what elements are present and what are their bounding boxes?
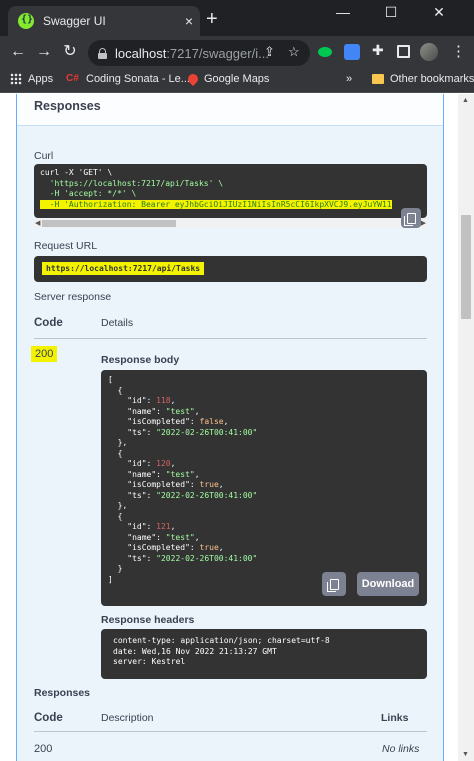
response-headers-block[interactable]: content-type: application/json; charset=… bbox=[101, 629, 427, 679]
json-line: "id": 120, bbox=[108, 459, 176, 468]
json-line: "ts": "2022-02-26T00:41:00" bbox=[108, 553, 258, 563]
scroll-up-icon[interactable]: ▲ bbox=[462, 97, 469, 104]
curl-line: -H 'Authorization: Bearer eyJhbGciOiJIUz… bbox=[40, 199, 392, 209]
request-url-value: https://localhost:7217/api/Tasks bbox=[42, 262, 205, 275]
response-header-line: date: Wed,16 Nov 2022 21:13:27 GMT bbox=[113, 646, 277, 656]
operation-panel: Responses Curl curl -X 'GET' \ 'https://… bbox=[16, 94, 444, 761]
folder-icon bbox=[372, 74, 384, 84]
response-body-block[interactable]: [ { "id": 118, "name": "test", "isComple… bbox=[101, 370, 427, 606]
json-line: "name": "test", bbox=[108, 406, 200, 416]
server-response-label: Server response bbox=[34, 291, 112, 303]
responses-code-header: Code bbox=[34, 712, 63, 724]
json-line: "ts": "2022-02-26T00:41:00" bbox=[108, 427, 258, 437]
json-line: "name": "test", bbox=[108, 532, 200, 542]
coding-sonata-favicon-icon: C# bbox=[66, 73, 79, 84]
page-scrollbar-thumb[interactable] bbox=[461, 215, 471, 319]
download-button[interactable]: Download bbox=[357, 572, 419, 596]
page-vertical-scrollbar[interactable]: ▲ ▼ bbox=[458, 94, 474, 761]
responses-divider bbox=[34, 731, 427, 732]
bookmark-google-maps[interactable]: Google Maps bbox=[185, 71, 269, 87]
curl-line: 'https://localhost:7217/api/Tasks' \ bbox=[40, 178, 224, 188]
copy-response-button[interactable] bbox=[322, 572, 346, 596]
json-line: "isCompleted": true, bbox=[108, 543, 224, 552]
header-divider bbox=[34, 338, 427, 339]
url-host: localhost bbox=[115, 45, 167, 61]
extension-blue-icon[interactable] bbox=[344, 44, 360, 60]
bookmark-apps[interactable]: Apps bbox=[10, 73, 53, 85]
close-tab-icon[interactable]: × bbox=[178, 13, 200, 29]
curl-line: -H 'accept: */*' \ bbox=[40, 189, 137, 198]
response-code: 200 bbox=[34, 743, 53, 755]
extensions-puzzle-icon[interactable]: ✚ bbox=[372, 42, 384, 59]
bookmarks-bar: Apps C# Coding Sonata - Le... Google Map… bbox=[0, 69, 474, 93]
bookmark-star-icon[interactable]: ☆ bbox=[288, 44, 300, 60]
maximize-button[interactable]: ☐ bbox=[376, 4, 406, 21]
new-tab-button[interactable]: + bbox=[206, 9, 218, 29]
copy-curl-button[interactable] bbox=[401, 208, 421, 228]
back-arrow-icon[interactable]: ← bbox=[8, 42, 28, 62]
google-maps-pin-icon bbox=[185, 71, 201, 87]
responses-header: Responses bbox=[17, 94, 443, 126]
extension-green-icon[interactable] bbox=[318, 47, 332, 57]
curl-horizontal-scrollbar[interactable]: ◀ ▶ bbox=[34, 219, 427, 228]
code-column-header: Code bbox=[34, 317, 63, 329]
response-body-json: [ { "id": 118, "name": "test", "isComple… bbox=[108, 375, 420, 585]
curl-label: Curl bbox=[34, 150, 54, 162]
profile-avatar[interactable] bbox=[420, 43, 438, 61]
json-line: }, bbox=[108, 438, 128, 447]
share-icon[interactable]: ⇪ bbox=[264, 44, 275, 60]
json-line: "ts": "2022-02-26T00:41:00" bbox=[108, 490, 258, 500]
json-line: [ bbox=[108, 375, 113, 384]
json-line: "id": 118, bbox=[108, 396, 176, 405]
response-header-line: server: Kestrel bbox=[113, 657, 186, 666]
reload-icon[interactable]: ↻ bbox=[60, 42, 80, 62]
close-window-button[interactable]: ✕ bbox=[424, 4, 454, 21]
scroll-left-icon[interactable]: ◀ bbox=[35, 219, 40, 228]
browser-tab[interactable]: Swagger UI × bbox=[8, 6, 200, 36]
json-line: "id": 121, bbox=[108, 522, 176, 531]
responses-label: Responses bbox=[34, 687, 91, 699]
json-line: }, bbox=[108, 501, 128, 510]
json-line: "isCompleted": true, bbox=[108, 480, 224, 489]
json-line: { bbox=[108, 448, 123, 458]
lock-icon bbox=[98, 47, 107, 59]
curl-code-block[interactable]: curl -X 'GET' \ 'https://localhost:7217/… bbox=[34, 164, 427, 218]
other-bookmarks-folder[interactable]: Other bookmarks bbox=[372, 73, 474, 85]
response-headers-label: Response headers bbox=[101, 614, 195, 626]
json-line: "isCompleted": false, bbox=[108, 417, 229, 426]
bookmarks-overflow-button[interactable]: » bbox=[346, 73, 352, 85]
request-url-label: Request URL bbox=[34, 240, 98, 252]
browser-tab-bar: Swagger UI × + — ☐ ✕ bbox=[0, 0, 474, 36]
swagger-favicon-icon bbox=[18, 13, 34, 29]
url-path: :7217/swagger/i... bbox=[166, 45, 269, 61]
browser-toolbar: ← → ↻ localhost:7217/swagger/i... ⇪ ☆ ✚ … bbox=[0, 36, 474, 69]
forward-arrow-icon[interactable]: → bbox=[34, 42, 54, 62]
no-links-text: No links bbox=[382, 743, 420, 755]
copy-icon bbox=[326, 578, 339, 592]
tab-title: Swagger UI bbox=[43, 14, 106, 28]
menu-kebab-icon[interactable]: ⋮ bbox=[451, 42, 466, 60]
curl-scrollbar-thumb[interactable] bbox=[42, 220, 176, 227]
curl-line: curl -X 'GET' \ bbox=[40, 168, 113, 177]
details-column-header: Details bbox=[101, 317, 134, 329]
json-line: { bbox=[108, 511, 123, 521]
apps-grid-icon bbox=[10, 73, 22, 85]
description-column-header: Description bbox=[101, 712, 154, 724]
response-body-label: Response body bbox=[101, 354, 180, 366]
side-panel-icon[interactable] bbox=[397, 45, 410, 58]
swagger-page: Responses Curl curl -X 'GET' \ 'https://… bbox=[0, 94, 458, 761]
address-bar[interactable]: localhost:7217/swagger/i... bbox=[88, 40, 310, 66]
scroll-right-icon[interactable]: ▶ bbox=[421, 219, 426, 228]
json-line: "name": "test", bbox=[108, 469, 200, 479]
minimize-button[interactable]: — bbox=[328, 4, 358, 20]
scroll-down-icon[interactable]: ▼ bbox=[462, 751, 469, 758]
request-url-block[interactable]: https://localhost:7217/api/Tasks bbox=[34, 256, 427, 282]
json-line: { bbox=[108, 385, 123, 395]
copy-icon bbox=[403, 212, 416, 226]
bookmark-coding-sonata[interactable]: C# Coding Sonata - Le... bbox=[66, 73, 190, 85]
response-header-line: content-type: application/json; charset=… bbox=[113, 636, 330, 645]
section-title: Responses bbox=[34, 99, 101, 113]
status-code: 200 bbox=[31, 346, 58, 362]
links-column-header: Links bbox=[381, 712, 409, 724]
